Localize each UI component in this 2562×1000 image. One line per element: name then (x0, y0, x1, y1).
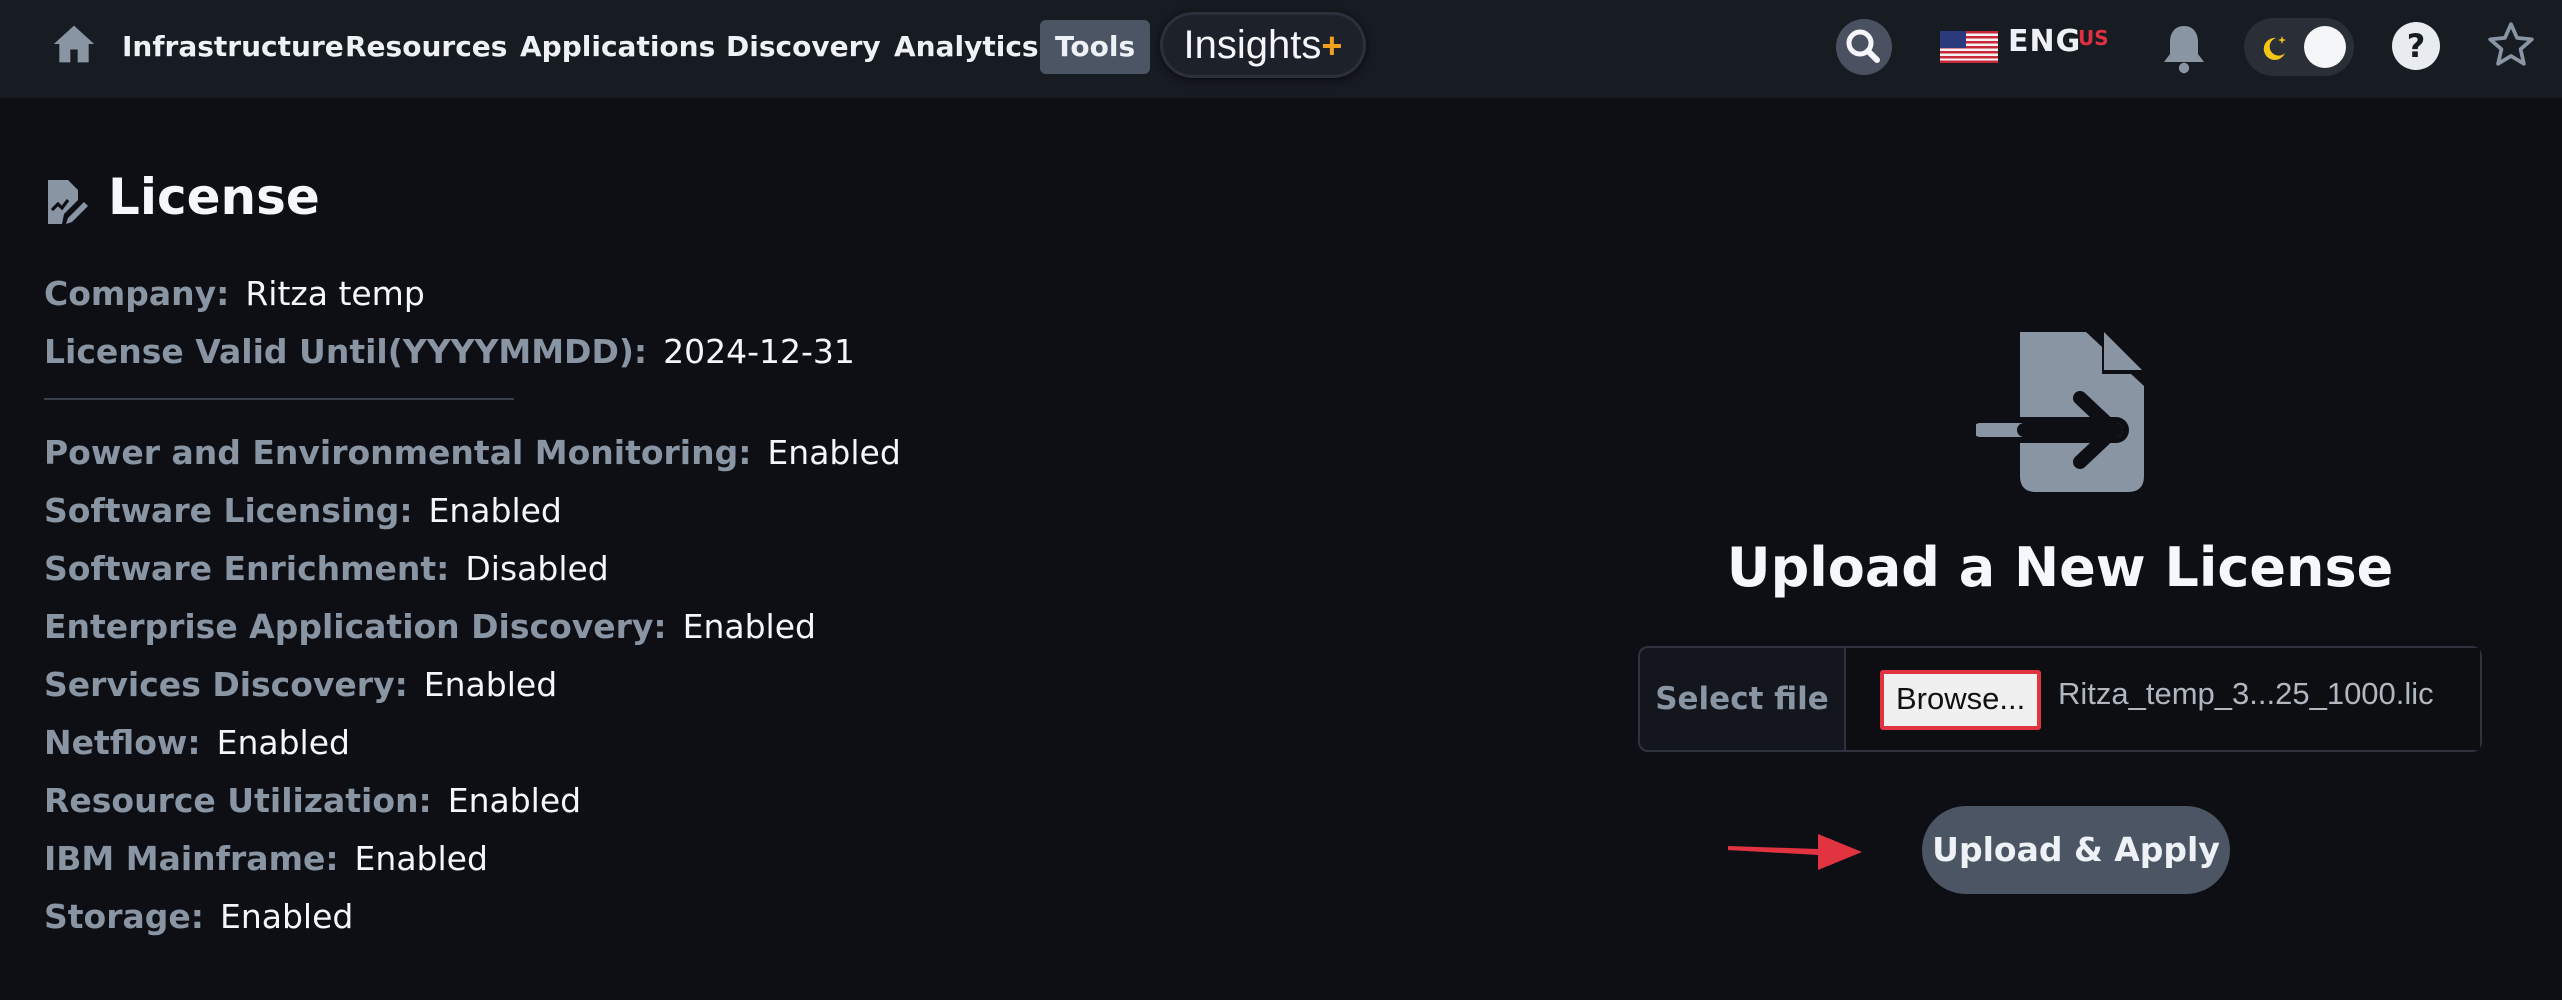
valid-until-label: License Valid Until(YYYYMMDD): (44, 332, 648, 371)
nav-item-analytics[interactable]: Analytics (894, 20, 1039, 74)
feature-label: Netflow: (44, 723, 201, 762)
feature-row: Netflow: Enabled (44, 723, 350, 762)
upload-apply-button[interactable]: Upload & Apply (1922, 806, 2230, 894)
feature-label: IBM Mainframe: (44, 839, 339, 878)
valid-until-row: License Valid Until(YYYYMMDD): 2024-12-31 (44, 332, 855, 371)
divider (44, 398, 514, 400)
file-input-group: Select file Browse... Ritza_temp_3...25_… (1638, 646, 2482, 752)
feature-status: Enabled (682, 607, 816, 646)
feature-row: Storage: Enabled (44, 897, 353, 936)
feature-label: Software Enrichment: (44, 549, 450, 588)
feature-label: Storage: (44, 897, 204, 936)
feature-label: Power and Environmental Monitoring: (44, 433, 752, 472)
help-icon[interactable]: ? (2392, 22, 2440, 70)
language-label[interactable]: ENG (2008, 24, 2081, 59)
feature-status: Enabled (354, 839, 488, 878)
top-navigation-bar: Infrastructure Resources Applications Di… (0, 0, 2562, 98)
feature-row: Software Enrichment: Disabled (44, 549, 609, 588)
file-input[interactable]: Browse... Ritza_temp_3...25_1000.lic (1846, 648, 2480, 750)
company-value: Ritza temp (245, 274, 425, 313)
feature-label: Resource Utilization: (44, 781, 432, 820)
nav-item-discovery[interactable]: Discovery (726, 20, 881, 74)
license-edit-icon (48, 180, 88, 224)
company-label: Company: (44, 274, 230, 313)
theme-toggle[interactable] (2244, 18, 2354, 76)
toggle-knob (2304, 26, 2346, 68)
insights-button[interactable]: Insights+ (1160, 12, 1366, 78)
language-region: US (2078, 26, 2109, 50)
insights-plus: + (1321, 25, 1343, 66)
select-file-label: Select file (1640, 648, 1846, 750)
nav-item-applications[interactable]: Applications (520, 20, 715, 74)
feature-row: IBM Mainframe: Enabled (44, 839, 488, 878)
feature-label: Enterprise Application Discovery: (44, 607, 667, 646)
search-icon[interactable] (1836, 19, 1892, 75)
feature-row: Enterprise Application Discovery: Enabled (44, 607, 816, 646)
feature-status: Enabled (219, 897, 354, 936)
feature-status: Disabled (465, 549, 609, 588)
page-title: License (108, 168, 320, 226)
moon-icon (2263, 36, 2286, 60)
feature-status: Enabled (447, 781, 582, 820)
star-icon[interactable] (2486, 20, 2536, 70)
feature-row: Software Licensing: Enabled (44, 491, 562, 530)
nav-item-infrastructure[interactable]: Infrastructure (122, 20, 344, 74)
feature-label: Software Licensing: (44, 491, 413, 530)
company-row: Company: Ritza temp (44, 274, 425, 313)
feature-row: Power and Environmental Monitoring: Enabl… (44, 433, 901, 472)
valid-until-value: 2024-12-31 (663, 332, 855, 371)
feature-label: Services Discovery: (44, 665, 408, 704)
feature-status: Enabled (428, 491, 562, 530)
file-import-icon (1976, 332, 2144, 492)
home-icon[interactable] (52, 22, 96, 66)
annotation-arrow-icon (1728, 834, 1862, 870)
selected-file-name: Ritza_temp_3...25_1000.lic (2058, 676, 2434, 711)
insights-label: Insights (1183, 23, 1322, 67)
bell-icon[interactable] (2160, 22, 2208, 74)
feature-row: Services Discovery: Enabled (44, 665, 557, 704)
feature-status: Enabled (767, 433, 901, 472)
feature-status: Enabled (216, 723, 350, 762)
us-flag-icon[interactable] (1940, 31, 1998, 63)
upload-title: Upload a New License (1726, 536, 2394, 599)
browse-button[interactable]: Browse... (1880, 670, 2042, 730)
feature-status: Enabled (423, 665, 558, 704)
nav-item-resources[interactable]: Resources (345, 20, 507, 74)
feature-row: Resource Utilization: Enabled (44, 781, 581, 820)
nav-item-tools[interactable]: Tools (1040, 20, 1151, 74)
